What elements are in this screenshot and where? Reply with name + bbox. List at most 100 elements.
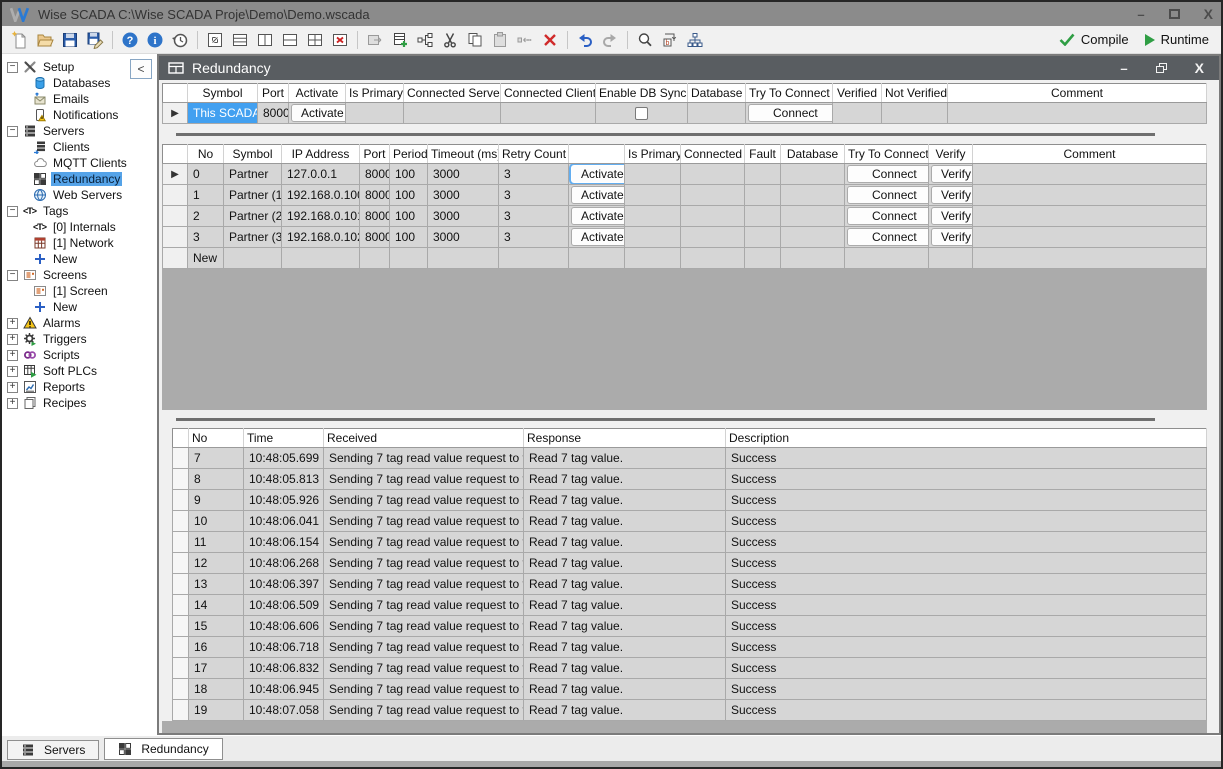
time-cell[interactable]: 10:48:06.832 (244, 658, 324, 679)
no-cell[interactable]: 19 (189, 700, 244, 721)
is-primary-cell[interactable] (346, 103, 404, 124)
symbol-cell[interactable]: Partner (2) (224, 206, 282, 227)
activate-button[interactable]: Activate (571, 207, 625, 225)
response-cell[interactable]: Read 7 tag value. (524, 658, 726, 679)
response-cell[interactable]: Read 7 tag value. (524, 511, 726, 532)
row-selector-cell[interactable] (173, 532, 189, 553)
response-cell[interactable]: Read 7 tag value. (524, 595, 726, 616)
fault-cell[interactable] (745, 206, 781, 227)
runtime-button[interactable]: Runtime (1145, 32, 1209, 47)
fault-cell[interactable] (745, 227, 781, 248)
panel-close-button[interactable]: X (1195, 60, 1204, 76)
symbol-cell[interactable]: Partner (224, 164, 282, 185)
period-cell[interactable]: 100 (390, 185, 428, 206)
time-cell[interactable]: 10:48:06.154 (244, 532, 324, 553)
time-cell[interactable]: 10:48:07.058 (244, 700, 324, 721)
row-selector-cell[interactable] (173, 553, 189, 574)
connected-client-cell[interactable] (501, 103, 596, 124)
description-cell[interactable]: Success (726, 469, 1207, 490)
connect-button[interactable]: Connect (847, 207, 929, 225)
no-cell[interactable]: 3 (188, 227, 224, 248)
is-primary-cell[interactable] (625, 164, 681, 185)
received-cell[interactable]: Sending 7 tag read value request to th..… (324, 574, 524, 595)
ip-address-cell[interactable]: 192.168.0.100 (282, 185, 360, 206)
sidebar-item-reports[interactable]: +Reports (2, 379, 157, 395)
no-cell[interactable]: 0 (188, 164, 224, 185)
row-selector-cell[interactable] (173, 679, 189, 700)
ip-address-cell[interactable]: 192.168.0.102 (282, 227, 360, 248)
expander-icon[interactable]: + (7, 334, 18, 345)
no-cell[interactable]: 9 (189, 490, 244, 511)
no-cell[interactable]: 11 (189, 532, 244, 553)
response-cell[interactable]: Read 7 tag value. (524, 532, 726, 553)
comment-cell[interactable] (973, 206, 1207, 227)
connected-server-cell[interactable] (404, 103, 501, 124)
time-cell[interactable]: 10:48:05.699 (244, 448, 324, 469)
no-cell[interactable]: 17 (189, 658, 244, 679)
cut-button[interactable] (438, 28, 462, 52)
row-selector-cell[interactable]: ▶ (163, 103, 188, 124)
description-cell[interactable]: Success (726, 637, 1207, 658)
time-cell[interactable]: 10:48:06.945 (244, 679, 324, 700)
database-cell[interactable] (781, 206, 845, 227)
port-cell[interactable]: 8000 (360, 227, 390, 248)
is-primary-cell[interactable] (625, 227, 681, 248)
horizontal-splitter[interactable] (176, 133, 1155, 136)
time-cell[interactable]: 10:48:05.813 (244, 469, 324, 490)
expander-icon[interactable]: − (7, 206, 18, 217)
received-cell[interactable]: Sending 7 tag read value request to th..… (324, 511, 524, 532)
row-selector-cell[interactable] (173, 490, 189, 511)
row-selector-cell[interactable] (173, 616, 189, 637)
time-cell[interactable]: 10:48:05.926 (244, 490, 324, 511)
fault-cell[interactable] (745, 164, 781, 185)
sidebar-item-notifications[interactable]: Notifications (2, 107, 157, 123)
expander-icon[interactable]: + (7, 382, 18, 393)
history-button[interactable] (168, 28, 192, 52)
response-cell[interactable]: Read 7 tag value. (524, 679, 726, 700)
received-cell[interactable]: Sending 7 tag read value request to th..… (324, 637, 524, 658)
panel-minimize-button[interactable]: – (1120, 61, 1127, 76)
sidebar-item-mqtt-clients[interactable]: MQTT Clients (2, 155, 157, 171)
received-cell[interactable]: Sending 7 tag read value request to th..… (324, 658, 524, 679)
hierarchy-button[interactable] (683, 28, 707, 52)
connected-cell[interactable] (681, 206, 745, 227)
no-cell[interactable]: 2 (188, 206, 224, 227)
response-cell[interactable]: Read 7 tag value. (524, 469, 726, 490)
grid-layout-button[interactable] (303, 28, 327, 52)
verify-button[interactable]: Verify (931, 228, 973, 246)
connect-button[interactable]: Connect (748, 104, 833, 122)
no-cell[interactable]: 18 (189, 679, 244, 700)
connected-cell[interactable] (681, 164, 745, 185)
row-selector-cell[interactable] (173, 700, 189, 721)
expander-icon[interactable]: − (7, 270, 18, 281)
description-cell[interactable]: Success (726, 490, 1207, 511)
timeout-cell[interactable]: 3000 (428, 206, 499, 227)
expander-icon[interactable]: − (7, 126, 18, 137)
sidebar-item-web-servers[interactable]: Web Servers (2, 187, 157, 203)
row-selector-cell[interactable] (173, 511, 189, 532)
activate-button[interactable]: Activate (571, 228, 625, 246)
received-cell[interactable]: Sending 7 tag read value request to th..… (324, 679, 524, 700)
description-cell[interactable]: Success (726, 700, 1207, 721)
panel-restore-button[interactable] (1156, 63, 1167, 73)
row-selector-cell[interactable] (173, 448, 189, 469)
description-cell[interactable]: Success (726, 574, 1207, 595)
received-cell[interactable]: Sending 7 tag read value request to th..… (324, 532, 524, 553)
comment-cell[interactable] (973, 227, 1207, 248)
row-selector-cell[interactable] (173, 469, 189, 490)
received-cell[interactable]: Sending 7 tag read value request to th..… (324, 553, 524, 574)
redo-button[interactable] (598, 28, 622, 52)
row-selector-cell[interactable] (163, 227, 188, 248)
timeout-cell[interactable]: 3000 (428, 227, 499, 248)
rename-symbol-button[interactable]: b (658, 28, 682, 52)
tab-servers[interactable]: Servers (7, 740, 99, 760)
comment-cell[interactable] (948, 103, 1207, 124)
horizontal-splitter[interactable] (176, 418, 1155, 421)
expander-icon[interactable]: + (7, 398, 18, 409)
received-cell[interactable]: Sending 7 tag read value request to th..… (324, 448, 524, 469)
time-cell[interactable]: 10:48:06.509 (244, 595, 324, 616)
response-cell[interactable]: Read 7 tag value. (524, 490, 726, 511)
copy-button[interactable] (463, 28, 487, 52)
retry-count-cell[interactable]: 3 (499, 185, 569, 206)
sidebar-item-alarms[interactable]: +Alarms (2, 315, 157, 331)
